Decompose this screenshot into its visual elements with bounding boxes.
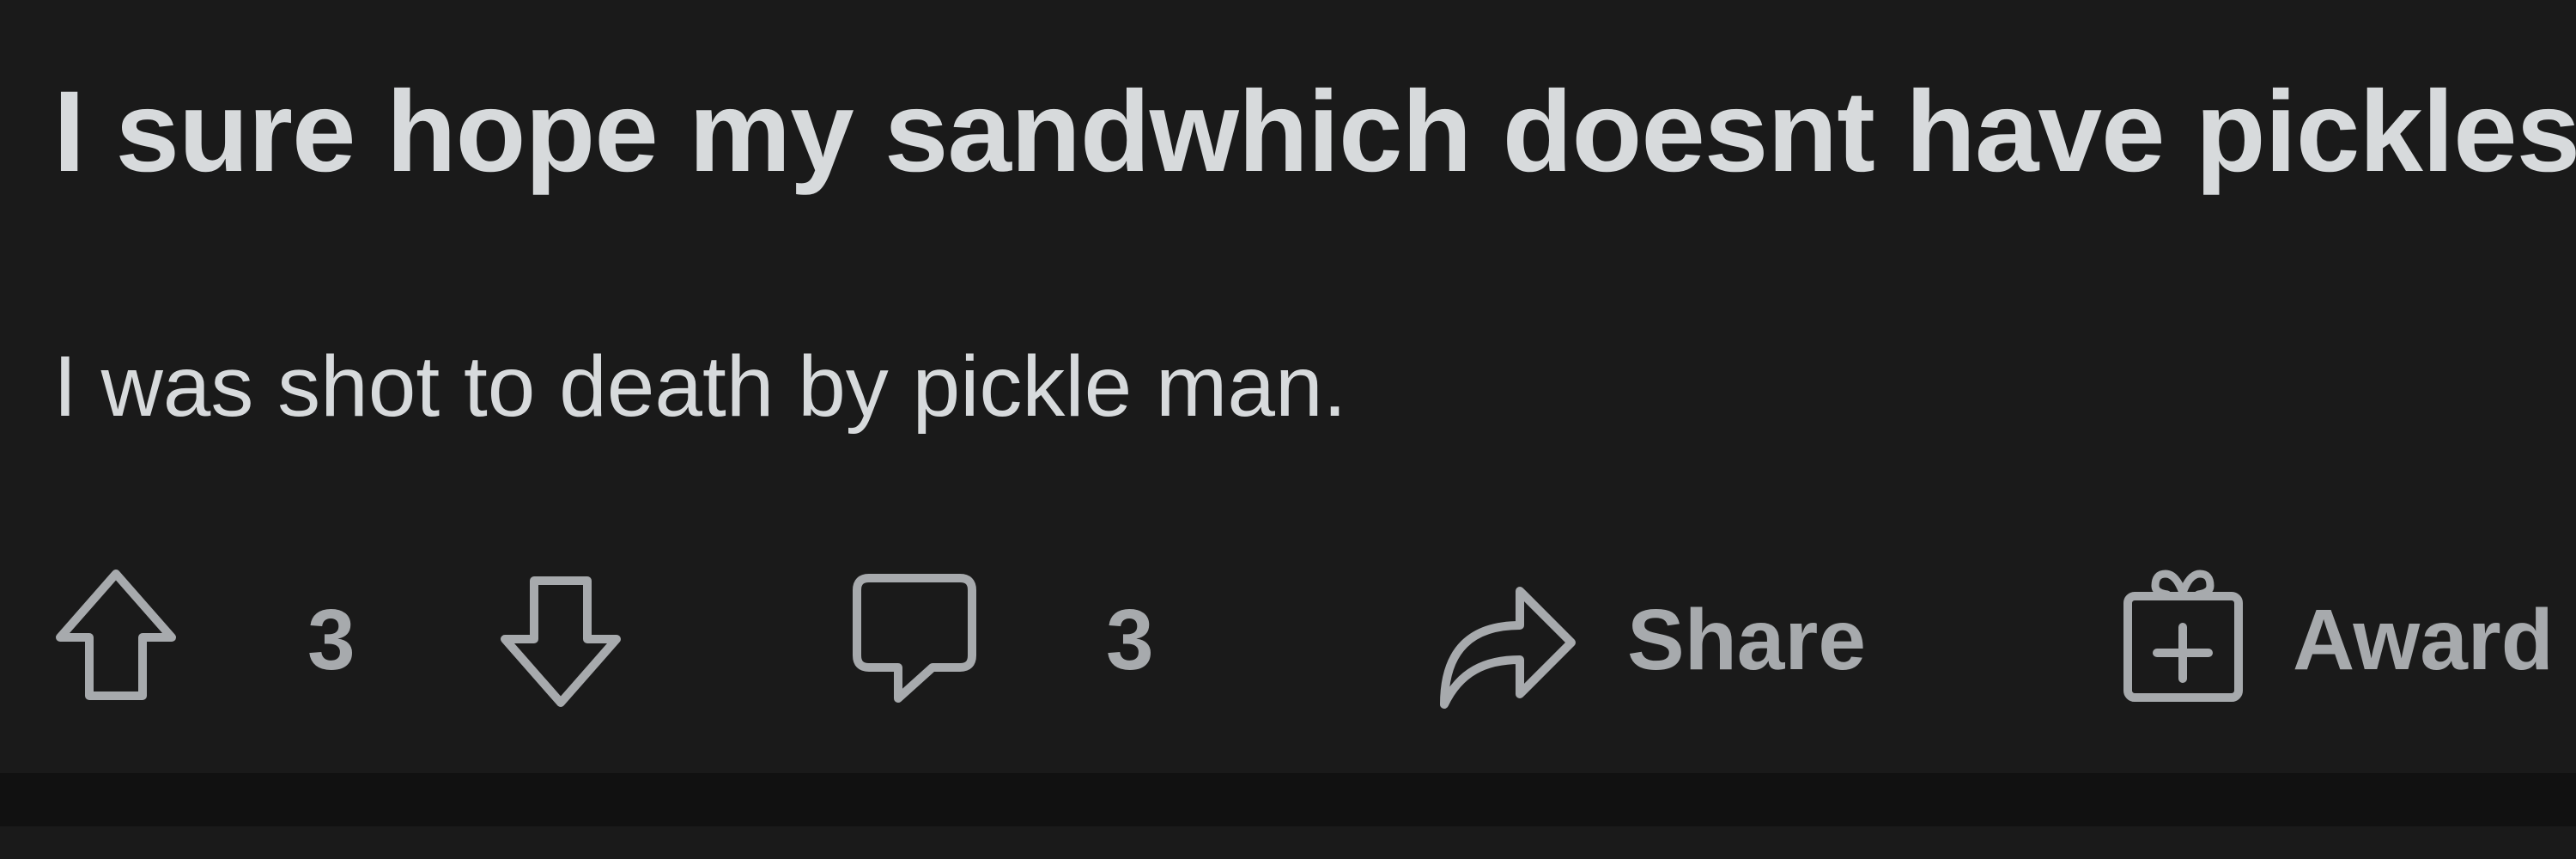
next-post-area <box>0 826 2576 859</box>
award-button[interactable] <box>2121 567 2245 704</box>
comments-button[interactable] <box>850 571 979 709</box>
share-button[interactable] <box>1434 567 1580 713</box>
award-label[interactable]: Award <box>2293 597 2554 683</box>
vote-count: 3 <box>307 592 355 688</box>
post-title[interactable]: I sure hope my sandwhich doesnt have pic… <box>53 69 2576 196</box>
comment-count: 3 <box>1106 592 1154 688</box>
speech-bubble-icon <box>853 574 976 703</box>
post-divider <box>0 773 2576 826</box>
upvote-button[interactable] <box>52 567 180 704</box>
share-arrow-icon <box>1440 587 1576 709</box>
arrow-up-icon <box>56 570 176 700</box>
post-card[interactable]: I sure hope my sandwhich doesnt have pic… <box>0 0 2576 773</box>
post-action-bar: 3 3 Share Award <box>0 550 2576 722</box>
gift-box-icon <box>2123 570 2243 702</box>
downvote-button[interactable] <box>496 574 625 711</box>
share-label[interactable]: Share <box>1627 597 1866 683</box>
post-body: I was shot to death by pickle man. <box>53 338 1347 435</box>
arrow-down-icon <box>501 576 621 707</box>
